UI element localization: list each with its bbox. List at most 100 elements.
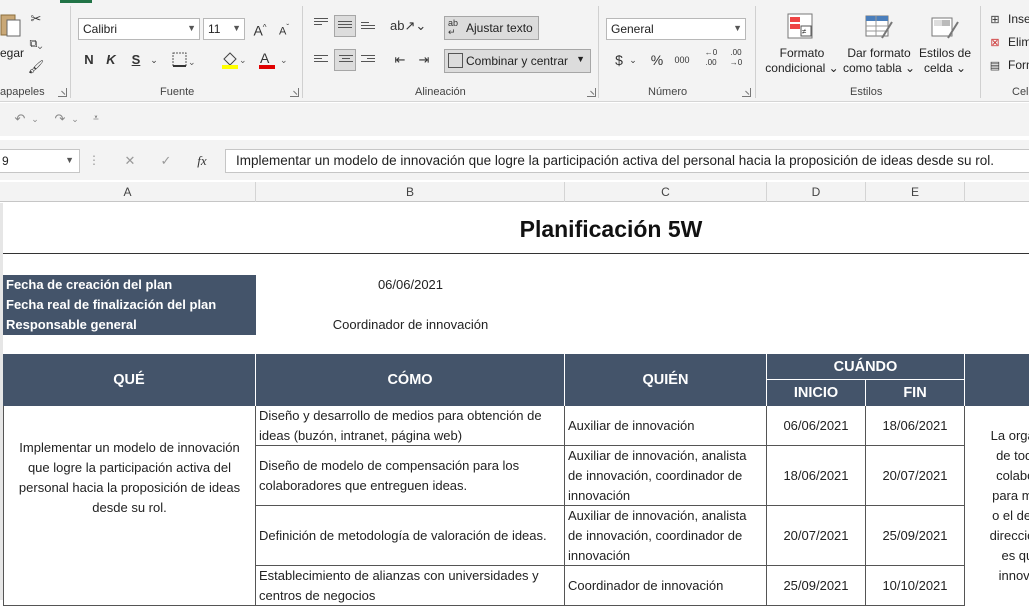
- inicio-cell[interactable]: 25/09/2021: [767, 566, 866, 606]
- font-size-select[interactable]: 11 ▼: [203, 18, 245, 40]
- cancel-icon[interactable]: ✕: [120, 151, 140, 171]
- customize-qat-icon[interactable]: ⩡: [90, 109, 102, 129]
- enter-icon[interactable]: ✓: [156, 151, 176, 171]
- italic-button[interactable]: K: [104, 50, 118, 70]
- conditional-format-button[interactable]: Formato condicional ⌄: [758, 46, 846, 76]
- format-painter-icon[interactable]: 🖌: [27, 57, 45, 77]
- como-cell[interactable]: Establecimiento de alianzas con universi…: [256, 566, 565, 606]
- bold-button[interactable]: N: [82, 50, 96, 70]
- column-header-c[interactable]: C: [565, 182, 767, 202]
- cell-styles-button[interactable]: Estilos de celda ⌄: [912, 46, 978, 76]
- redo-dropdown-icon[interactable]: ⌄: [70, 109, 80, 129]
- align-top-icon[interactable]: [314, 18, 328, 30]
- currency-dropdown-icon[interactable]: ⌄: [628, 50, 638, 70]
- inicio-cell[interactable]: 20/07/2021: [767, 506, 866, 566]
- delete-button[interactable]: Elim: [1008, 35, 1029, 49]
- merge-dropdown-icon[interactable]: ▼: [576, 54, 585, 64]
- quien-cell[interactable]: Auxiliar de innovación, analista de inno…: [565, 506, 767, 566]
- undo-dropdown-icon[interactable]: ⌄: [30, 109, 40, 129]
- column-header-e[interactable]: E: [866, 182, 965, 202]
- insert-function-button[interactable]: fx: [192, 151, 212, 171]
- redo-icon[interactable]: ↷: [50, 109, 70, 129]
- fin-cell[interactable]: 25/09/2021: [866, 506, 965, 566]
- header-que[interactable]: QUÉ: [3, 354, 256, 406]
- align-left-icon[interactable]: [314, 55, 328, 67]
- format-icon[interactable]: ▤: [988, 56, 1002, 76]
- column-header-b[interactable]: B: [256, 182, 565, 202]
- merge-center-button[interactable]: Combinar y centrar ▼: [444, 49, 591, 73]
- header-cuando[interactable]: CUÁNDO: [767, 354, 965, 380]
- como-cell[interactable]: Diseño de modelo de compensación para lo…: [256, 446, 565, 506]
- meta-label[interactable]: Responsable general: [6, 315, 137, 335]
- fin-cell[interactable]: 18/06/2021: [866, 406, 965, 446]
- meta-value[interactable]: Coordinador de innovación: [256, 315, 565, 335]
- decrease-indent-icon[interactable]: ⇤: [390, 50, 410, 70]
- font-launcher-icon[interactable]: [290, 88, 299, 97]
- alignment-launcher-icon[interactable]: [587, 88, 596, 97]
- group-divider: [70, 6, 71, 98]
- header-fin[interactable]: FIN: [866, 380, 965, 406]
- number-format-select[interactable]: General ▼: [606, 18, 746, 40]
- name-box[interactable]: 9 ▼: [0, 149, 80, 173]
- header-por-que[interactable]: [965, 354, 1029, 406]
- fin-cell[interactable]: 20/07/2021: [866, 446, 965, 506]
- como-cell[interactable]: Diseño y desarrollo de medios para obten…: [256, 406, 565, 446]
- cut-icon[interactable]: ✂: [27, 9, 45, 29]
- orientation-icon[interactable]: ab↗⌄: [390, 16, 426, 36]
- thousands-button[interactable]: 000: [672, 50, 692, 70]
- column-header-d[interactable]: D: [767, 182, 866, 202]
- paste-button[interactable]: egar: [0, 46, 24, 60]
- header-como[interactable]: CÓMO: [256, 354, 565, 406]
- format-as-table-icon[interactable]: [864, 12, 896, 42]
- conditional-format-icon[interactable]: ≠: [786, 12, 816, 42]
- quien-cell[interactable]: Coordinador de innovación: [565, 566, 767, 606]
- align-center-button[interactable]: [334, 49, 356, 71]
- delete-icon[interactable]: ⊠: [988, 33, 1002, 53]
- por-que-cell[interactable]: La organiz de todos colabora para mejo o…: [965, 426, 1029, 596]
- column-header-f[interactable]: [965, 182, 1029, 202]
- underline-button[interactable]: S: [129, 50, 143, 70]
- format-as-table-button[interactable]: Dar formato como tabla ⌄: [838, 46, 920, 76]
- underline-dropdown-icon[interactable]: ⌄: [147, 50, 161, 70]
- name-box-dropdown-icon[interactable]: ▼: [65, 155, 74, 165]
- que-cell[interactable]: Implementar un modelo de innovación que …: [3, 406, 256, 606]
- undo-icon[interactable]: ↶: [10, 109, 30, 129]
- font-color-icon[interactable]: A ⌄: [258, 50, 288, 70]
- formula-input[interactable]: Implementar un modelo de innovación que …: [225, 149, 1029, 173]
- quien-cell[interactable]: Auxiliar de innovación: [565, 406, 767, 446]
- font-name-select[interactable]: Calibri ▼: [78, 18, 200, 40]
- fin-cell[interactable]: 10/10/2021: [866, 566, 965, 606]
- wrap-text-button[interactable]: ab ↵ Ajustar texto: [444, 16, 539, 40]
- clipboard-launcher-icon[interactable]: [58, 88, 67, 97]
- align-middle-button[interactable]: [334, 15, 356, 37]
- align-right-icon[interactable]: [361, 55, 375, 67]
- increase-indent-icon[interactable]: ⇥: [414, 50, 434, 70]
- format-button[interactable]: Form: [1008, 58, 1029, 72]
- inicio-cell[interactable]: 06/06/2021: [767, 406, 866, 446]
- insert-button[interactable]: Inse: [1008, 12, 1029, 26]
- meta-label[interactable]: Fecha de creación del plan: [6, 275, 172, 295]
- decrease-decimal-icon[interactable]: .00 →0: [727, 48, 745, 68]
- inicio-cell[interactable]: 18/06/2021: [767, 446, 866, 506]
- como-cell[interactable]: Definición de metodología de valoración …: [256, 506, 565, 566]
- increase-decimal-icon[interactable]: ←0.00: [702, 48, 720, 68]
- number-launcher-icon[interactable]: [742, 88, 751, 97]
- cell-styles-icon[interactable]: [930, 12, 962, 42]
- currency-button[interactable]: $: [612, 50, 626, 70]
- meta-value[interactable]: 06/06/2021: [256, 275, 565, 295]
- grow-font-icon[interactable]: A^: [251, 18, 269, 41]
- header-quien[interactable]: QUIÉN: [565, 354, 767, 406]
- percent-button[interactable]: %: [648, 50, 666, 70]
- copy-icon[interactable]: ⧉⌄: [25, 34, 47, 54]
- fill-color-icon[interactable]: ⌄: [220, 50, 247, 70]
- meta-label[interactable]: Fecha real de finalización del plan: [6, 295, 216, 315]
- borders-icon[interactable]: ⌄: [172, 52, 196, 69]
- column-header-a[interactable]: A: [0, 182, 256, 202]
- header-inicio[interactable]: INICIO: [767, 380, 866, 406]
- sheet-title[interactable]: Planificación 5W: [256, 212, 966, 246]
- paste-icon[interactable]: [0, 12, 22, 38]
- insert-icon[interactable]: ⊞: [988, 10, 1002, 30]
- quien-cell[interactable]: Auxiliar de innovación, analista de inno…: [565, 446, 767, 506]
- shrink-font-icon[interactable]: Aˇ: [275, 18, 293, 42]
- align-bottom-icon[interactable]: [361, 22, 375, 34]
